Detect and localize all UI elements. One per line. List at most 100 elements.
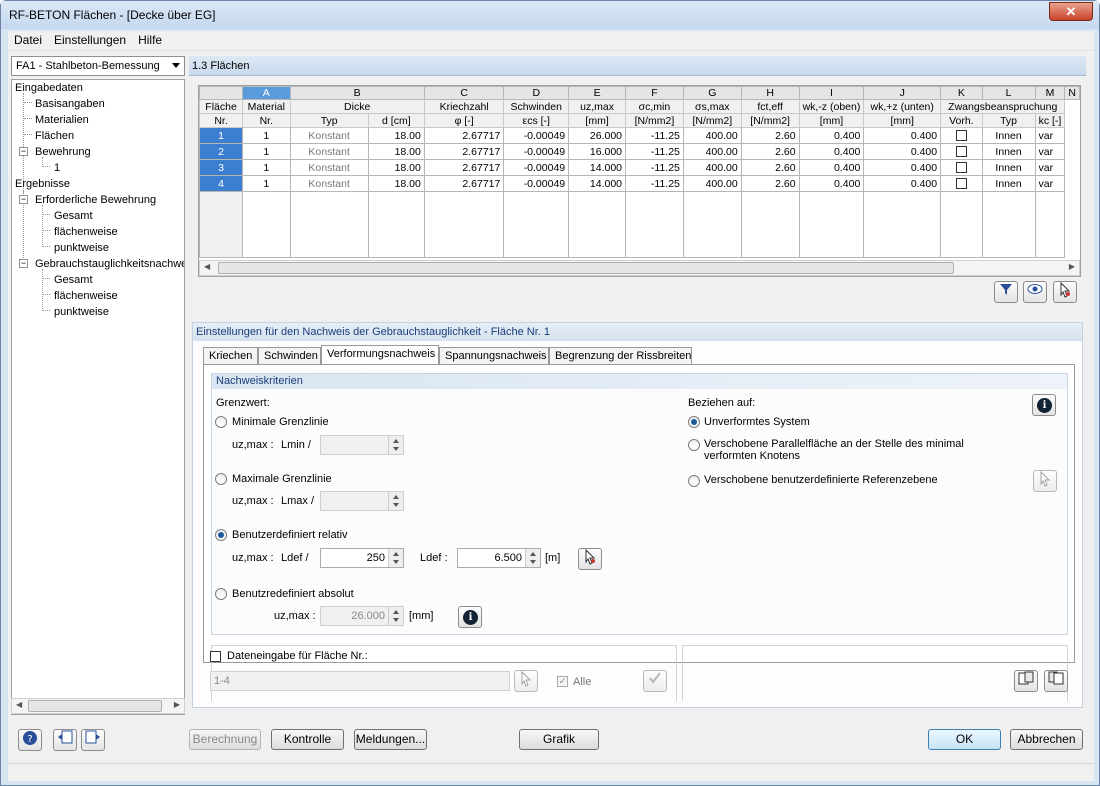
abs-input[interactable]: 26.000 <box>320 606 404 626</box>
table-cell[interactable]: 0.400 <box>863 159 942 176</box>
radio-min[interactable] <box>215 416 227 428</box>
col-letter[interactable]: H <box>740 86 800 100</box>
table-cell[interactable]: 0.400 <box>798 159 865 176</box>
col-letter[interactable]: J <box>863 86 942 100</box>
pick-plane-button[interactable] <box>1033 470 1057 492</box>
table-cell[interactable]: Innen <box>981 159 1036 176</box>
col-letter[interactable]: B <box>289 86 425 100</box>
table-cell[interactable]: 400.00 <box>682 175 742 192</box>
table-cell[interactable]: -0.00049 <box>503 159 570 176</box>
spinner-icon[interactable] <box>388 607 403 625</box>
filter-button[interactable] <box>994 281 1018 303</box>
radio-referenzebene[interactable] <box>688 475 700 487</box>
tree-punktweise-2[interactable]: punktweise <box>54 306 109 318</box>
table-cell[interactable]: -11.25 <box>625 175 684 192</box>
collapse-icon[interactable]: − <box>19 147 28 156</box>
col-letter[interactable]: N <box>1064 86 1080 100</box>
spinner-icon[interactable] <box>388 492 403 510</box>
table-cell[interactable]: Konstant <box>289 175 369 192</box>
table-cell[interactable]: 2.67717 <box>423 175 505 192</box>
tree-gesamt-1[interactable]: Gesamt <box>54 210 93 222</box>
view-button[interactable] <box>1023 281 1047 303</box>
next-button[interactable] <box>81 729 105 751</box>
table-cell[interactable]: -11.25 <box>625 143 684 160</box>
table-cell[interactable]: Konstant <box>289 127 369 144</box>
tree-basisangaben[interactable]: Basisangaben <box>35 98 105 110</box>
table-row[interactable]: 3 1 Konstant 18.00 2.67717 -0.00049 14.0… <box>199 159 1080 176</box>
table-cell[interactable]: var <box>1034 175 1066 192</box>
checkbox[interactable] <box>955 130 967 142</box>
apply-button[interactable] <box>643 670 667 692</box>
pick-button[interactable] <box>1053 281 1077 303</box>
scroll-right-icon[interactable]: ▶ <box>1069 262 1075 271</box>
row-number[interactable]: 1 <box>199 127 244 144</box>
col-letter[interactable]: F <box>625 86 684 100</box>
kontrolle-button[interactable]: Kontrolle <box>271 729 344 750</box>
ldef-ratio-input[interactable]: 250 <box>320 548 404 568</box>
table-cell[interactable] <box>940 143 983 160</box>
table-cell[interactable]: 2.67717 <box>423 159 505 176</box>
table-cell[interactable] <box>940 175 983 192</box>
checkbox[interactable] <box>955 162 967 174</box>
table-cell[interactable]: Konstant <box>289 159 369 176</box>
table-cell[interactable]: Konstant <box>289 143 369 160</box>
checkbox[interactable] <box>955 146 967 158</box>
info-button[interactable]: i <box>458 606 482 628</box>
table-cell[interactable]: 2.60 <box>740 127 800 144</box>
tree-ergebnisse[interactable]: Ergebnisse <box>15 178 70 190</box>
tree-flaechenweise-2[interactable]: flächenweise <box>54 290 118 302</box>
collapse-icon[interactable]: − <box>19 259 28 268</box>
tree-gesamt-2[interactable]: Gesamt <box>54 274 93 286</box>
col-letter[interactable]: D <box>503 86 570 100</box>
table-cell[interactable]: -0.00049 <box>503 127 570 144</box>
table-cell[interactable] <box>940 159 983 176</box>
spinner-icon[interactable] <box>388 436 403 454</box>
info-button[interactable]: i <box>1032 394 1056 416</box>
tab-spannungsnachweis[interactable]: Spannungsnachweis <box>439 347 549 365</box>
table-row[interactable]: 1 1 Konstant 18.00 2.67717 -0.00049 26.0… <box>199 127 1080 144</box>
collapse-icon[interactable]: − <box>19 195 28 204</box>
col-letter[interactable]: C <box>423 86 505 100</box>
pick-surface-button[interactable] <box>514 670 538 692</box>
previous-button[interactable] <box>53 729 77 751</box>
table-cell[interactable]: 14.000 <box>568 159 627 176</box>
table-cell[interactable]: var <box>1034 143 1066 160</box>
tab-rissbreiten[interactable]: Begrenzung der Rissbreiten <box>549 347 692 365</box>
tab-kriechen[interactable]: Kriechen <box>203 347 258 365</box>
meldungen-button[interactable]: Meldungen... <box>354 729 427 750</box>
menu-hilfe[interactable]: Hilfe <box>132 31 168 49</box>
table-cell[interactable]: 1 <box>242 127 291 144</box>
table-cell[interactable]: var <box>1034 127 1066 144</box>
table-row[interactable]: 2 1 Konstant 18.00 2.67717 -0.00049 16.0… <box>199 143 1080 160</box>
all-checkbox[interactable]: ✓ <box>557 676 568 687</box>
table-cell[interactable]: 400.00 <box>682 159 742 176</box>
export-button[interactable] <box>1044 670 1068 692</box>
tab-verformungsnachweis[interactable]: Verformungsnachweis <box>321 345 439 365</box>
col-letter[interactable]: A <box>242 86 291 100</box>
table-cell[interactable]: 2.60 <box>740 159 800 176</box>
table-cell[interactable]: -0.00049 <box>503 143 570 160</box>
table-row[interactable]: 4 1 Konstant 18.00 2.67717 -0.00049 14.0… <box>199 175 1080 192</box>
menu-datei[interactable]: Datei <box>8 31 48 49</box>
help-button[interactable]: ? <box>18 729 42 751</box>
lmin-input[interactable] <box>320 435 404 455</box>
tree-punktweise-1[interactable]: punktweise <box>54 242 109 254</box>
berechnung-button[interactable]: Berechnung <box>189 729 261 750</box>
tree-gebrauchstauglichkeit[interactable]: Gebrauchstauglichkeitsnachweis <box>35 258 184 270</box>
table-cell[interactable]: 400.00 <box>682 143 742 160</box>
table-cell[interactable]: 18.00 <box>367 159 425 176</box>
col-letter[interactable]: M <box>1034 86 1066 100</box>
table-cell[interactable]: 1 <box>242 143 291 160</box>
table-cell[interactable]: 18.00 <box>367 143 425 160</box>
scroll-left-icon[interactable]: ◀ <box>16 700 22 709</box>
col-letter[interactable]: I <box>798 86 865 100</box>
close-button[interactable]: ✕ <box>1049 2 1093 21</box>
table-cell[interactable]: var <box>1034 159 1066 176</box>
abbrechen-button[interactable]: Abbrechen <box>1010 729 1083 750</box>
radio-absolut[interactable] <box>215 588 227 600</box>
tree-eingabedaten[interactable]: Eingabedaten <box>15 82 83 94</box>
table-cell[interactable]: -0.00049 <box>503 175 570 192</box>
ldef-length-input[interactable]: 6.500 <box>457 548 541 568</box>
row-number[interactable]: 4 <box>199 175 244 192</box>
scroll-right-icon[interactable]: ▶ <box>174 700 180 709</box>
